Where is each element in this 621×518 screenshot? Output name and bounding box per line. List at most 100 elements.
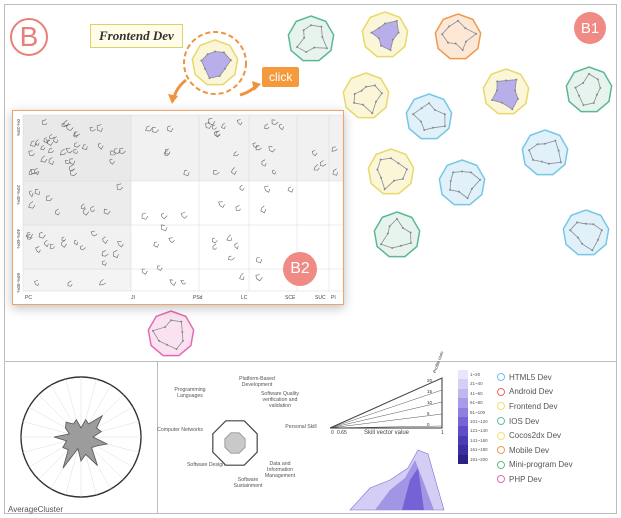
legend-label: Mobile Dev xyxy=(509,445,550,455)
color-scale-label: 61~80 xyxy=(470,400,483,406)
wheel-label: Software Quality verification and valida… xyxy=(260,391,300,410)
color-swatch xyxy=(458,435,468,446)
legend-circle-icon xyxy=(497,402,505,411)
wheel-label: Computer Networks xyxy=(157,427,203,433)
radar-glyph-orange-1[interactable] xyxy=(434,13,482,60)
color-scale-label: 141~160 xyxy=(470,437,488,443)
tick-mid: 0.65 xyxy=(337,430,347,436)
side-tick: 15 xyxy=(427,389,433,394)
legend-circle-icon xyxy=(497,460,505,469)
cluster-callout: Frontend Dev xyxy=(90,24,183,48)
arrow-left-icon xyxy=(172,78,187,99)
side-tick: 0 xyxy=(427,422,430,427)
legend-label: Android Dev xyxy=(509,387,554,397)
color-swatch xyxy=(458,370,468,380)
vertical-divider xyxy=(157,362,158,514)
color-swatch xyxy=(458,398,468,408)
b2-col-label: SUC xyxy=(315,295,326,301)
legend-item[interactable]: Mini-program Dev xyxy=(497,458,573,473)
color-swatch xyxy=(458,454,468,464)
radar-glyph-green-3[interactable] xyxy=(373,211,421,258)
legend-label: Mini-program Dev xyxy=(509,460,573,470)
legend-item[interactable]: Frontend Dev xyxy=(497,399,573,414)
count-color-scale xyxy=(458,370,468,464)
average-cluster-radar xyxy=(20,376,142,498)
legend-circle-icon xyxy=(497,417,505,426)
b2-row-label: 20%-40% xyxy=(16,185,21,205)
arrow-left-head-icon xyxy=(168,94,178,104)
legend-label: PHP Dev xyxy=(509,474,542,484)
click-button[interactable]: click xyxy=(262,67,300,87)
radar-glyph-yellow-1[interactable] xyxy=(361,11,409,58)
radar-glyph-yellow-3[interactable] xyxy=(482,68,530,115)
color-swatch xyxy=(458,379,468,389)
legend-circle-icon xyxy=(497,431,505,440)
radar-glyph-green-1[interactable] xyxy=(287,15,335,62)
skill-vector-triangle xyxy=(329,377,445,511)
side-tick: 20 xyxy=(427,378,433,383)
legend-item[interactable]: Android Dev xyxy=(497,385,573,400)
wheel-label: Platform-Based Development xyxy=(239,376,275,389)
legend-label: IOS Dev xyxy=(509,416,540,426)
radar-glyph-frontend-selected[interactable] xyxy=(183,31,247,95)
radar-glyph-yellow-4[interactable] xyxy=(367,148,415,195)
color-scale-label: 1~20 xyxy=(470,372,481,377)
radar-glyph-pink-1[interactable] xyxy=(147,310,195,357)
tick-right: 1 xyxy=(441,430,444,436)
color-scale-label: 161~180 xyxy=(470,447,488,453)
color-scale-label: 121~140 xyxy=(470,428,488,434)
view-badge-b: B xyxy=(10,18,48,56)
legend-circle-icon xyxy=(497,446,505,455)
radar-glyph-blue-3[interactable] xyxy=(438,159,486,206)
b2-col-label: PSd xyxy=(193,295,203,301)
radar-glyph-yellow-2[interactable] xyxy=(342,72,390,119)
color-swatch xyxy=(458,416,468,427)
color-scale-label: 181~200 xyxy=(470,456,488,462)
color-scale-label: 81~100 xyxy=(470,409,486,415)
skill-vector-axis-label: Skill vector value xyxy=(364,430,410,436)
wheel-label: Programming Languages xyxy=(174,387,206,400)
color-swatch xyxy=(458,388,468,399)
average-cluster-label: AverageCluster xyxy=(8,505,63,514)
color-swatch xyxy=(458,407,468,417)
horizontal-divider xyxy=(4,361,617,362)
wheel-label: Personal Skill xyxy=(285,424,317,430)
legend-item[interactable]: Mobile Dev xyxy=(497,443,573,458)
b2-col-label: PI xyxy=(331,295,336,301)
legend-label: Cocos2dx Dev xyxy=(509,431,562,441)
b2-col-label: JI xyxy=(131,295,135,301)
b2-col-label: PC xyxy=(25,295,32,301)
radar-glyph-blue-4[interactable] xyxy=(562,209,610,256)
b2-col-label: SCE xyxy=(285,295,296,301)
legend-circle-icon xyxy=(497,475,505,484)
b2-row-label: 60%-80% xyxy=(16,273,21,293)
b2-row-label: 0%-20% xyxy=(16,119,21,136)
legend-label: HTML5 Dev xyxy=(509,372,552,382)
color-scale-label: 21~40 xyxy=(470,381,483,387)
legend-item[interactable]: PHP Dev xyxy=(497,472,573,487)
legend-item[interactable]: IOS Dev xyxy=(497,414,573,429)
radar-glyph-blue-1[interactable] xyxy=(405,93,453,140)
color-scale-label: 41~60 xyxy=(470,390,483,396)
b2-row-label: 40%-60% xyxy=(16,229,21,249)
legend-circle-icon xyxy=(497,387,505,396)
color-swatch xyxy=(458,445,468,455)
b2-col-label: LC xyxy=(241,295,248,301)
color-scale-label: 101~120 xyxy=(470,418,488,424)
radar-glyph-green-2[interactable] xyxy=(565,66,613,113)
legend-label: Frontend Dev xyxy=(509,401,558,411)
count-color-labels: 1~20 21~40 41~60 61~80 81~100 101~120 121~140 1… xyxy=(470,370,488,464)
wheel-label: Software Design xyxy=(186,462,226,468)
side-tick: 10 xyxy=(427,400,433,405)
radar-glyph-blue-2[interactable] xyxy=(521,129,569,176)
legend-item[interactable]: HTML5 Dev xyxy=(497,370,573,385)
category-legend: HTML5 Dev Android Dev Frontend Dev IOS Dev C… xyxy=(497,370,573,487)
color-swatch xyxy=(458,426,468,436)
view-badge-b1: B1 xyxy=(574,12,606,44)
tick-left: 0 xyxy=(331,430,334,436)
wheel-label: Software Sustainment xyxy=(233,477,263,490)
legend-circle-icon xyxy=(497,373,505,382)
side-tick: 5 xyxy=(427,411,430,416)
legend-item[interactable]: Cocos2dx Dev xyxy=(497,428,573,443)
view-badge-b2: B2 xyxy=(283,252,317,286)
